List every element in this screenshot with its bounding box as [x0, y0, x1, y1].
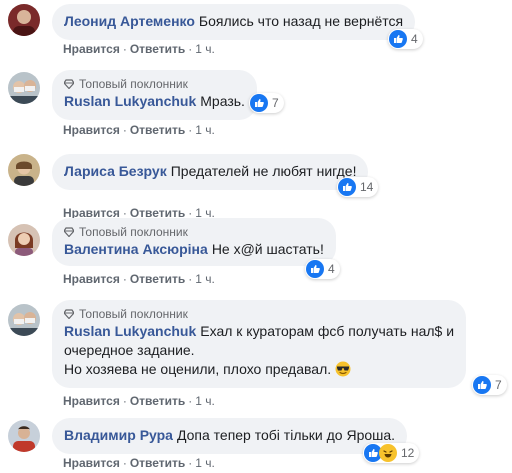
- reply-link[interactable]: Ответить: [130, 272, 185, 286]
- diamond-icon: [64, 227, 74, 237]
- comment-time[interactable]: 1 ч.: [195, 123, 215, 137]
- comment-actions: Нравится · Ответить · 1 ч.: [63, 272, 215, 286]
- comment-time[interactable]: 1 ч.: [195, 394, 215, 408]
- comment-author[interactable]: Владимир Рура: [64, 427, 173, 443]
- comment-bubble: Леонид Артеменко Боялись что назад не вер…: [52, 4, 416, 40]
- reply-link[interactable]: Ответить: [130, 42, 185, 56]
- comment-text: Допа тепер тобі тільки до Яроша.: [176, 427, 396, 443]
- reaction-count: 7: [272, 96, 279, 110]
- comment-author[interactable]: Ruslan Lukyanchuk: [64, 323, 196, 339]
- avatar[interactable]: [8, 224, 40, 256]
- comment-author[interactable]: Ruslan Lukyanchuk: [64, 93, 196, 109]
- reaction-summary[interactable]: 7: [249, 93, 284, 113]
- like-icon: [250, 94, 268, 112]
- like-icon: [473, 376, 491, 394]
- top-fan-badge: Топовый поклонник: [64, 76, 245, 92]
- haha-icon: [379, 444, 397, 462]
- comment-actions: Нравится · Ответить · 1 ч.: [63, 456, 215, 470]
- top-fan-label: Топовый поклонник: [79, 307, 188, 321]
- reply-link[interactable]: Ответить: [130, 456, 185, 470]
- comment-author[interactable]: Леонид Артеменко: [64, 13, 195, 29]
- comment-time[interactable]: 1 ч.: [195, 456, 215, 470]
- comment-bubble: Лариса Безрук Предателей не любят нигде!: [52, 154, 369, 190]
- comment-bubble: Топовый поклонник Валентина Аксюріна Не х…: [52, 218, 336, 266]
- comment-time[interactable]: 1 ч.: [195, 272, 215, 286]
- comment-text: Не х@й шастать!: [211, 241, 324, 257]
- comment-actions: Нравится · Ответить · 1 ч.: [63, 123, 215, 137]
- reaction-summary[interactable]: 7: [472, 375, 507, 395]
- like-icon: [389, 30, 407, 48]
- like-link[interactable]: Нравится: [63, 456, 120, 470]
- comment-text-line: очередное задание.: [64, 342, 195, 358]
- top-fan-label: Топовый поклонник: [79, 77, 188, 91]
- avatar[interactable]: [8, 154, 40, 186]
- comment-bubble: Владимир Рура Допа тепер тобі тільки до Я…: [52, 418, 408, 454]
- comment-text: Ехал к кураторам фсб получать нал$ и: [200, 323, 455, 339]
- like-icon: [338, 178, 356, 196]
- avatar[interactable]: [8, 72, 40, 104]
- reaction-summary[interactable]: 4: [388, 29, 423, 49]
- reaction-count: 12: [401, 446, 415, 460]
- sunglasses-emoji-icon: [335, 361, 351, 377]
- comment-time[interactable]: 1 ч.: [195, 42, 215, 56]
- reaction-summary[interactable]: 4: [305, 259, 340, 279]
- like-link[interactable]: Нравится: [63, 42, 120, 56]
- comment-actions: Нравится · Ответить · 1 ч.: [63, 42, 215, 56]
- diamond-icon: [64, 79, 74, 89]
- reply-link[interactable]: Ответить: [130, 394, 185, 408]
- reaction-summary[interactable]: 14: [337, 177, 379, 197]
- comment-author[interactable]: Лариса Безрук: [64, 163, 167, 179]
- comment-actions: Нравится · Ответить · 1 ч.: [63, 394, 215, 408]
- comment-text: Мразь.: [200, 93, 245, 109]
- avatar[interactable]: [8, 420, 40, 452]
- reaction-count: 4: [328, 262, 335, 276]
- diamond-icon: [64, 309, 74, 319]
- comment-author[interactable]: Валентина Аксюріна: [64, 241, 208, 257]
- comment-bubble: Топовый поклонник Ruslan Lukyanchuk Ехал …: [52, 300, 467, 388]
- comment-text-line: Но хозяева не оценили, плохо предавал.: [64, 361, 332, 377]
- like-link[interactable]: Нравится: [63, 123, 120, 137]
- reaction-count: 4: [411, 32, 418, 46]
- avatar[interactable]: [8, 304, 40, 336]
- comment-text: Предателей не любят нигде!: [170, 163, 357, 179]
- reaction-count: 7: [495, 378, 502, 392]
- like-link[interactable]: Нравится: [63, 272, 120, 286]
- top-fan-label: Топовый поклонник: [79, 225, 188, 239]
- top-fan-badge: Топовый поклонник: [64, 224, 324, 240]
- like-icon: [306, 260, 324, 278]
- reaction-count: 14: [360, 180, 374, 194]
- avatar[interactable]: [8, 4, 40, 36]
- comment-text: Боялись что назад не вернётся: [198, 13, 404, 29]
- reaction-summary[interactable]: 12: [363, 443, 420, 463]
- reply-link[interactable]: Ответить: [130, 123, 185, 137]
- top-fan-badge: Топовый поклонник: [64, 306, 454, 322]
- like-link[interactable]: Нравится: [63, 394, 120, 408]
- comment-bubble: Топовый поклонник Ruslan Lukyanchuk Мразь…: [52, 70, 257, 120]
